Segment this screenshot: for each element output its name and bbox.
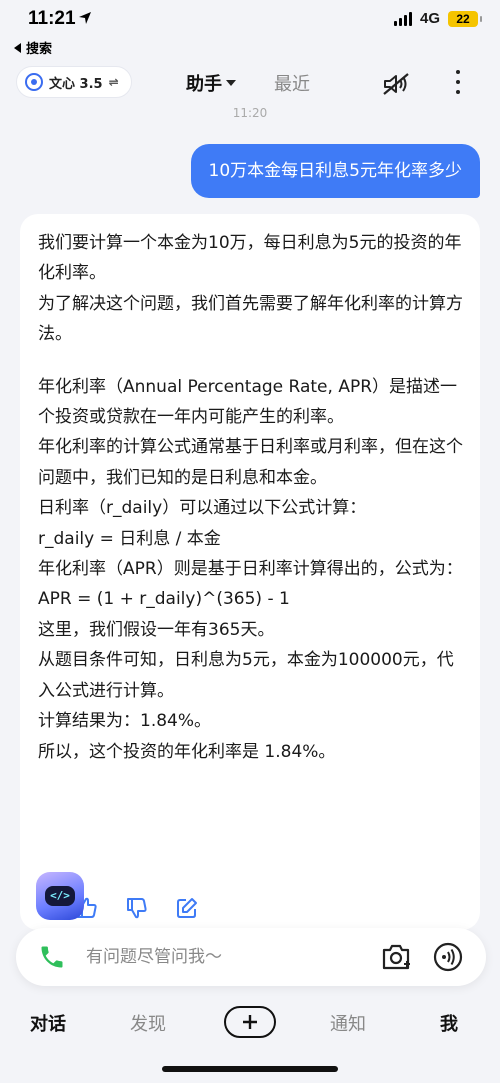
more-options-icon[interactable] xyxy=(452,70,464,94)
plus-icon xyxy=(243,1015,257,1029)
bottom-nav: 对话 发现 通知 我 xyxy=(0,996,500,1052)
reply-paragraph: 从题目条件可知，日利息为5元，本金为100000元，代入公式进行计算。 xyxy=(38,650,454,701)
home-indicator xyxy=(162,1066,338,1072)
reply-paragraph: 这里，我们假设一年有365天。 xyxy=(38,619,275,640)
location-arrow-icon xyxy=(79,12,91,24)
reply-formula: APR = (1 + r_daily)^(365) - 1 xyxy=(38,589,290,610)
voice-input-icon[interactable] xyxy=(432,941,464,973)
network-type: 4G xyxy=(419,10,440,27)
chat-input-bar xyxy=(16,928,486,986)
voice-muted-icon[interactable] xyxy=(382,72,410,96)
nav-create-button[interactable] xyxy=(224,1006,276,1038)
reply-paragraph: 年化利率的计算公式通常基于日利率或月利率，但在这个问题中，我们已知的是日利息和本… xyxy=(38,437,463,488)
reply-paragraph: 日利率（r_daily）可以通过以下公式计算： xyxy=(38,498,367,519)
nav-discover[interactable]: 发现 xyxy=(130,1010,166,1036)
edit-icon[interactable] xyxy=(175,896,199,920)
camera-icon[interactable] xyxy=(380,942,412,972)
switch-icon: ⇌ xyxy=(108,75,119,89)
back-triangle-icon xyxy=(14,42,21,53)
back-label: 搜索 xyxy=(26,42,53,57)
reply-paragraph: 计算结果为：1.84%。 xyxy=(38,711,212,732)
message-timestamp: 11:20 xyxy=(232,106,268,120)
thumbs-down-icon[interactable] xyxy=(125,896,149,920)
dropdown-icon xyxy=(226,80,236,86)
battery-icon: 22 xyxy=(448,10,482,27)
code-face-icon: </> xyxy=(45,886,75,906)
model-label: 文心 3.5 xyxy=(49,76,103,92)
reply-paragraph: 年化利率（Annual Percentage Rate, APR）是描述一个投资… xyxy=(38,376,458,428)
reply-paragraph: 年化利率（APR）则是基于日利率计算得出的，公式为： xyxy=(38,559,463,580)
wenxin-logo-icon xyxy=(25,73,43,91)
nav-chat[interactable]: 对话 xyxy=(30,1010,66,1036)
bot-reply-card: 我们要计算一个本金为10万，每日利息为5元的投资的年化利率。 为了解决这个问题，… xyxy=(20,214,480,930)
bot-avatar[interactable]: </> xyxy=(36,872,84,920)
status-bar: 11:21 4G 22 xyxy=(0,0,500,36)
reply-actions xyxy=(75,896,199,920)
tab-assistant-label: 助手 xyxy=(186,74,222,95)
reply-paragraph: 所以，这个投资的年化利率是 1.84%。 xyxy=(38,741,336,762)
model-selector[interactable]: 文心 3.5 ⇌ xyxy=(16,66,132,98)
chat-input[interactable] xyxy=(86,942,356,972)
back-to-search[interactable]: 搜索 xyxy=(14,38,52,57)
nav-me[interactable]: 我 xyxy=(440,1010,458,1036)
top-header: 文心 3.5 ⇌ 助手 最近 xyxy=(0,60,500,106)
signal-icon xyxy=(393,11,412,26)
tab-recent[interactable]: 最近 xyxy=(274,70,310,96)
bot-reply-text: 我们要计算一个本金为10万，每日利息为5元的投资的年化利率。 为了解决这个问题，… xyxy=(38,228,468,767)
nav-notify[interactable]: 通知 xyxy=(330,1010,366,1036)
status-time: 11:21 xyxy=(28,8,76,29)
reply-formula: r_daily = 日利息 / 本金 xyxy=(38,528,221,549)
user-message-bubble: 10万本金每日利息5元年化率多少 xyxy=(190,144,480,198)
reply-paragraph: 为了解决这个问题，我们首先需要了解年化利率的计算方法。 xyxy=(38,293,463,345)
tab-assistant[interactable]: 助手 xyxy=(186,70,236,96)
phone-call-icon[interactable] xyxy=(38,943,66,971)
reply-paragraph: 我们要计算一个本金为10万，每日利息为5元的投资的年化利率。 xyxy=(38,233,462,284)
